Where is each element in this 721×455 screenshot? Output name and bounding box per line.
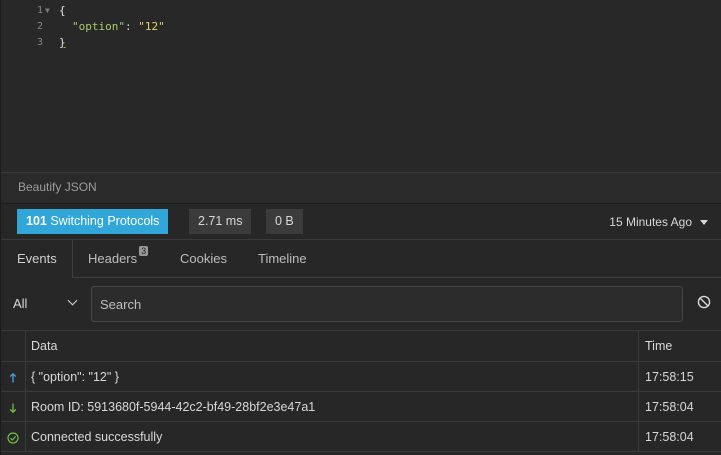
editor-toolbar: Beautify JSON <box>1 172 721 204</box>
table-header-row: Data Time <box>1 331 721 362</box>
response-time-badge: 2.71 ms <box>189 209 252 234</box>
event-data: { "option": "12" } <box>31 370 119 384</box>
caret-down-icon <box>700 220 708 225</box>
json-separator: : <box>124 20 139 33</box>
websocket-response-panel: 1 ▼ { 2 "option": "12" 3 } Beautify JSON… <box>0 0 721 455</box>
status-text: Switching Protocols <box>50 214 160 228</box>
code-text: } <box>59 36 66 49</box>
circle-slash-icon[interactable] <box>697 295 711 309</box>
event-data: Room ID: 5913680f-5944-42c2-bf49-28bf2e3… <box>31 400 316 414</box>
line-number: 1 <box>36 5 43 16</box>
direction-cell <box>1 422 26 451</box>
column-header-data[interactable]: Data <box>31 331 57 361</box>
event-time: 17:58:04 <box>638 392 721 421</box>
column-header-time[interactable]: Time <box>638 331 721 361</box>
response-editor[interactable]: 1 ▼ { 2 "option": "12" 3 } <box>1 0 721 172</box>
editor-line: 1 ▼ { <box>1 3 721 19</box>
tab-events[interactable]: Events <box>1 240 73 279</box>
history-label: 15 Minutes Ago <box>609 215 692 229</box>
events-filter-bar: All <box>1 278 721 331</box>
arrow-up-icon <box>9 372 17 383</box>
event-data: Connected successfully <box>31 430 163 444</box>
response-tabs: Events Headers3 Cookies Timeline <box>1 240 721 279</box>
direction-cell <box>1 362 26 391</box>
editor-line: 2 "option": "12" <box>1 19 721 35</box>
table-row[interactable]: Room ID: 5913680f-5944-42c2-bf49-28bf2e3… <box>1 392 721 422</box>
beautify-json-button[interactable]: Beautify JSON <box>18 180 97 194</box>
search-input[interactable] <box>91 286 683 322</box>
response-size-badge: 0 B <box>266 209 303 234</box>
arrow-down-icon <box>9 403 17 413</box>
json-key: "option" <box>72 20 125 33</box>
tab-headers-label: Headers <box>88 251 138 266</box>
table-row[interactable]: Connected successfully 17:58:04 <box>1 422 721 452</box>
events-table: Data Time { "option": "12" } 17:58:15 Ro… <box>1 331 721 452</box>
tab-cookies[interactable]: Cookies <box>180 240 227 278</box>
fold-caret-icon[interactable]: ▼ <box>45 3 50 19</box>
line-number: 2 <box>36 21 43 32</box>
response-status-bar: 101 Switching Protocols 2.71 ms 0 B 15 M… <box>1 204 721 240</box>
tab-headers[interactable]: Headers3 <box>88 240 149 278</box>
check-circle-icon <box>7 432 19 444</box>
event-type-select[interactable]: All <box>13 296 27 311</box>
editor-line: 3 } <box>1 35 721 51</box>
direction-cell <box>1 392 26 421</box>
event-time: 17:58:15 <box>638 362 721 391</box>
chevron-down-icon <box>67 295 78 306</box>
line-number: 3 <box>36 37 43 48</box>
tab-timeline[interactable]: Timeline <box>258 240 307 278</box>
header-icon-cell <box>1 331 26 361</box>
event-time: 17:58:04 <box>638 422 721 451</box>
headers-count-badge: 3 <box>139 245 149 256</box>
status-code: 101 <box>26 214 47 228</box>
response-history-dropdown[interactable]: 15 Minutes Ago <box>609 215 708 229</box>
code-text: "option": "12" <box>72 19 165 35</box>
json-value: "12" <box>138 20 165 33</box>
table-row[interactable]: { "option": "12" } 17:58:15 <box>1 362 721 392</box>
status-badge: 101 Switching Protocols <box>17 209 169 234</box>
code-text: { <box>59 4 66 17</box>
